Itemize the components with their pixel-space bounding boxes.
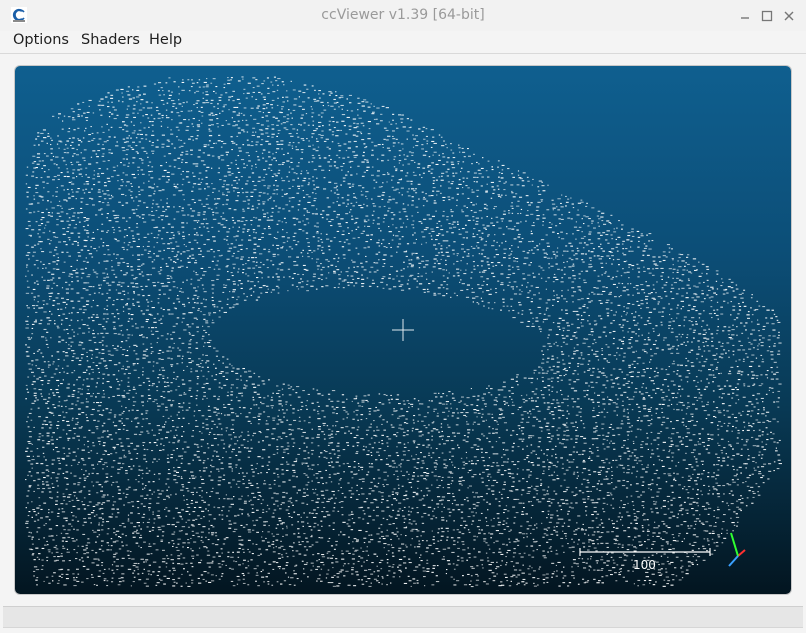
minimize-icon[interactable] bbox=[735, 6, 755, 26]
title-bar: ccViewer v1.39 [64-bit] bbox=[0, 0, 806, 31]
window-title: ccViewer v1.39 [64-bit] bbox=[321, 7, 485, 23]
close-icon[interactable] bbox=[779, 6, 799, 26]
maximize-icon[interactable] bbox=[757, 6, 777, 26]
menu-bar: Options Shaders Help bbox=[0, 31, 806, 54]
3d-viewport[interactable]: 100 bbox=[15, 66, 791, 594]
menu-options[interactable]: Options bbox=[13, 32, 69, 48]
menu-shaders[interactable]: Shaders bbox=[81, 32, 140, 48]
menu-help[interactable]: Help bbox=[149, 32, 182, 48]
